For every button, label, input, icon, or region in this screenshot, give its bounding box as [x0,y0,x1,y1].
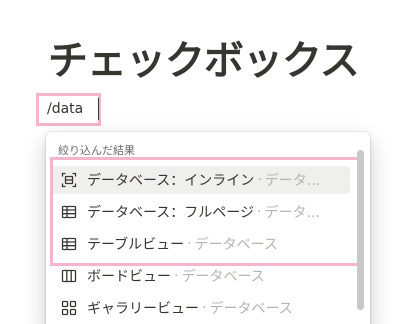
menu-item-gallery-view[interactable]: ギャラリービュー · データベース [52,294,350,322]
slash-command-menu: 絞り込んだ結果 データベース：インライン · データ... データベース：フルペ… [46,132,370,324]
menu-item-separator: · [202,300,207,316]
menu-item-separator: · [257,204,262,220]
menu-item-table-view[interactable]: テーブルビュー · データベース [52,230,350,258]
page-title: チェックボックス [48,38,360,84]
menu-item-label: データベース：フルページ [87,205,255,221]
text-caret [98,98,99,120]
inline-database-icon [59,170,79,190]
slash-command-input[interactable]: /data [47,101,83,117]
menu-item-subtitle: データ... [264,173,321,189]
gallery-icon [59,298,79,318]
menu-item-label: ボードビュー [87,269,171,285]
table-icon [59,234,79,254]
menu-item-subtitle: データ... [264,205,320,221]
menu-item-label: ギャラリービュー [87,301,199,317]
menu-item-subtitle: データベース [209,301,293,317]
menu-item-full-page-database[interactable]: データベース：フルページ · データ... [52,198,350,226]
menu-item-subtitle: データベース [181,269,265,285]
menu-item-label: テーブルビュー [87,237,185,253]
menu-item-separator: · [174,268,179,284]
menu-item-inline-database[interactable]: データベース：インライン · データ... [52,166,350,194]
menu-item-board-view[interactable]: ボードビュー · データベース [52,262,350,290]
table-icon [59,202,79,222]
board-icon [59,266,79,286]
menu-section-header: 絞り込んだ結果 [58,144,135,157]
menu-item-subtitle: データベース [194,237,278,253]
menu-item-separator: · [187,236,192,252]
menu-item-separator: · [257,172,262,188]
menu-scrollbar[interactable] [357,150,364,310]
menu-item-label: データベース：インライン [87,173,255,189]
